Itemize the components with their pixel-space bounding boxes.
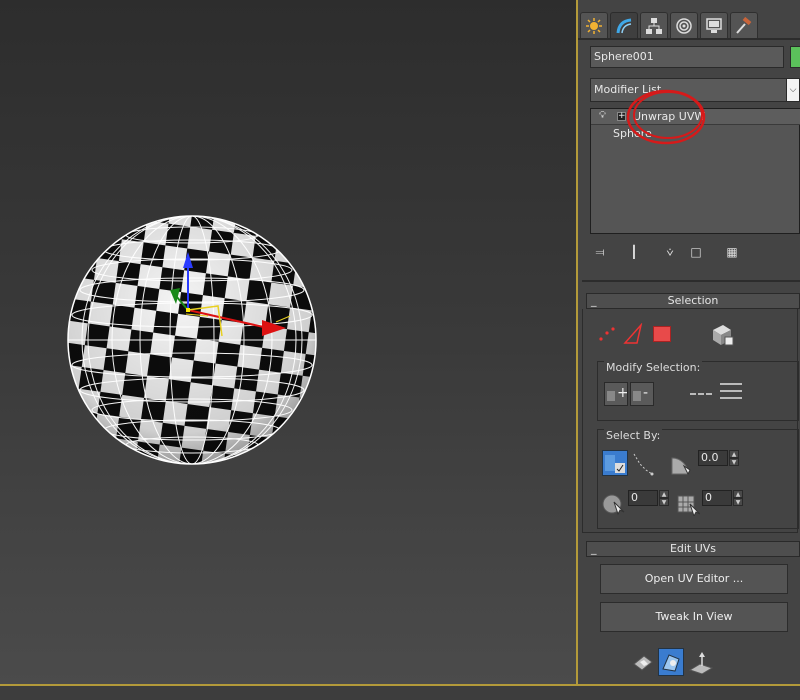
selection-rollout-header[interactable]: _ Selection: [586, 293, 800, 309]
element-select-icon[interactable]: [709, 323, 735, 347]
edit-uvs-rollout-header[interactable]: _ Edit UVs: [586, 541, 800, 557]
select-element-uv-toggle-icon[interactable]: [602, 450, 628, 476]
annotation-circle: [626, 89, 706, 145]
sun-star-icon: [586, 17, 602, 34]
select-by-group: Select By: 0.0 ▲ ▼ 0 ▲ ▼ 0 ▲ ▼: [597, 429, 799, 529]
command-panel-tabs: [578, 12, 800, 38]
planar-angle-spinner[interactable]: ▲ ▼: [729, 450, 739, 466]
open-uv-editor-button[interactable]: Open UV Editor ...: [600, 564, 788, 594]
face-select-icon[interactable]: [653, 326, 671, 342]
make-unique-icon[interactable]: ⩒: [660, 242, 680, 262]
selection-rollout-body: Modify Selection: + - Select By: 0.0 ▲ ▼…: [582, 309, 799, 533]
modify-selection-group: Modify Selection: + -: [597, 361, 799, 421]
sphere-object[interactable]: [67, 215, 317, 465]
configure-modifier-sets-icon[interactable]: ▦: [722, 242, 742, 262]
lightbulb-icon[interactable]: 💡︎: [599, 110, 606, 121]
modifier-stack: 💡︎ + Unwrap UVW Sphere: [590, 89, 800, 234]
remove-modifier-icon[interactable]: □: [686, 242, 706, 262]
status-bar-strip: [0, 684, 800, 700]
material-id-input[interactable]: 0: [702, 490, 732, 506]
collapse-icon: _: [591, 542, 597, 555]
material-id-spinner[interactable]: ▲ ▼: [733, 490, 743, 506]
smoothing-group-input[interactable]: 0: [628, 490, 658, 506]
ring-select-icon[interactable]: [690, 388, 714, 396]
edit-uvs-rollout-title: Edit UVs: [669, 542, 717, 555]
loop-select-icon[interactable]: [720, 380, 742, 402]
svg-text:-: -: [643, 385, 648, 401]
select-by-label: Select By:: [604, 429, 663, 442]
stack-tools: ⫤ ┃ ⩒ □ ▦: [590, 242, 790, 262]
edge-select-icon[interactable]: [623, 322, 645, 345]
object-color-swatch[interactable]: [790, 46, 800, 68]
select-by-smoothing-group-icon[interactable]: [602, 490, 628, 516]
point-to-point-select-icon[interactable]: [632, 452, 654, 476]
planar-angle-input[interactable]: 0.0: [698, 450, 728, 466]
show-end-result-icon[interactable]: ┃: [624, 242, 644, 262]
align-planar-icon[interactable]: [688, 652, 714, 675]
pin-stack-icon[interactable]: ⫤: [590, 242, 610, 262]
tabbar-divider: [578, 38, 800, 40]
smoothing-group-spinner[interactable]: ▲ ▼: [659, 490, 669, 506]
quick-peel-icon[interactable]: [658, 648, 684, 676]
hierarchy-tab[interactable]: [640, 12, 668, 38]
collapse-icon: _: [591, 294, 597, 307]
chevron-down-icon[interactable]: ⌵: [786, 78, 800, 102]
shrink-selection-icon[interactable]: -: [630, 382, 654, 406]
modify-tab[interactable]: [610, 12, 638, 38]
svg-text:+: +: [617, 385, 627, 401]
modify-bend-icon: [616, 18, 632, 33]
select-by-material-id-icon[interactable]: [676, 492, 701, 518]
tweak-in-view-button[interactable]: Tweak In View: [600, 602, 788, 632]
perspective-viewport[interactable]: [0, 0, 576, 684]
motion-tab[interactable]: [670, 12, 698, 38]
hammer-icon: [736, 16, 752, 34]
vertex-select-icon[interactable]: [597, 325, 617, 345]
create-tab[interactable]: [580, 12, 608, 38]
hierarchy-icon: [646, 17, 662, 34]
panel-divider: [582, 280, 800, 282]
utilities-tab[interactable]: [730, 12, 758, 38]
grow-selection-icon[interactable]: +: [604, 382, 629, 406]
motion-circle-icon: [676, 17, 692, 34]
viewport-scene: [67, 215, 317, 465]
selection-rollout-title: Selection: [667, 294, 719, 307]
modify-selection-label: Modify Selection:: [604, 361, 703, 374]
object-name-field[interactable]: Sphere001: [590, 46, 784, 68]
planar-angle-icon[interactable]: [670, 452, 694, 476]
command-panel: Sphere001 Modifier List ⌵ 💡︎ + Unwrap UV…: [578, 0, 800, 684]
display-tab[interactable]: [700, 12, 728, 38]
monitor-icon: [706, 17, 722, 33]
quick-planar-map-icon[interactable]: [630, 650, 654, 674]
